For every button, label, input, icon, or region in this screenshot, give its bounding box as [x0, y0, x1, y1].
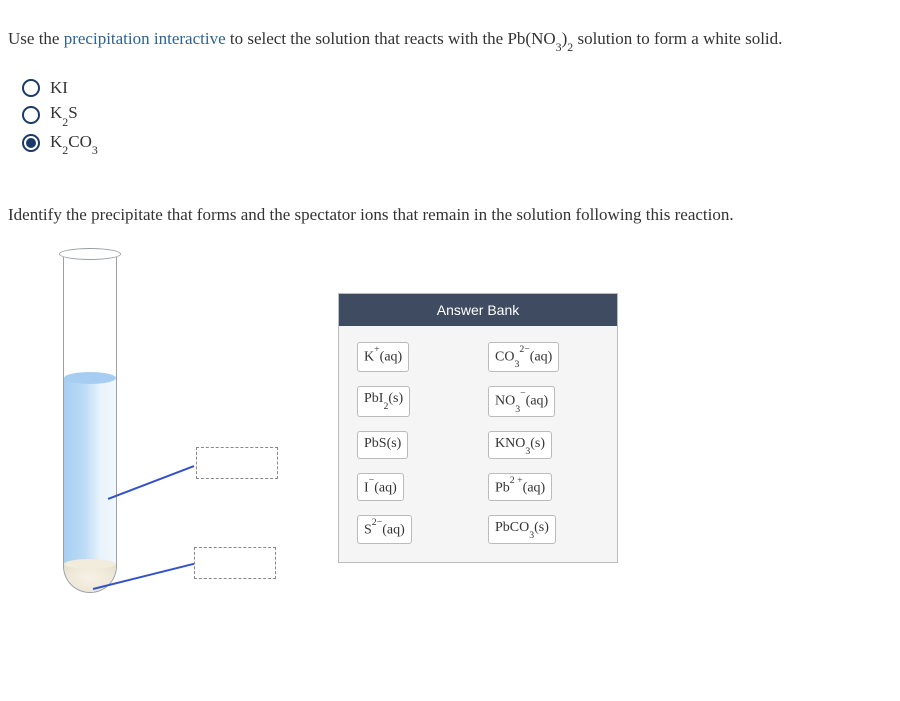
q1-sub2: 2	[567, 40, 573, 54]
c1c: 2−	[519, 344, 529, 355]
drop-target-solution[interactable]	[196, 447, 278, 479]
radio-label-k2co3: K2CO3	[50, 132, 98, 155]
opt-c-mid: CO	[68, 132, 92, 151]
opt-b-suf: S	[68, 103, 77, 122]
chip-pbi2[interactable]: PbI2(s)	[357, 386, 410, 416]
c9c: (s)	[534, 520, 549, 535]
c0b: +	[374, 344, 380, 355]
precipitate-solid	[64, 564, 116, 592]
c3c: −	[520, 388, 526, 399]
test-tube-diagram	[8, 253, 298, 633]
c9b: 3	[529, 530, 534, 541]
c5a: KNO	[495, 436, 525, 451]
c6b: −	[369, 475, 375, 486]
chip-no3-minus[interactable]: NO3−(aq)	[488, 386, 555, 416]
chip-k-plus[interactable]: K+(aq)	[357, 342, 409, 372]
c7a: Pb	[495, 480, 510, 495]
c5b: 3	[525, 446, 530, 457]
c3b: 3	[515, 404, 520, 415]
c2c: (s)	[388, 391, 403, 406]
c2a: PbI	[364, 391, 383, 406]
opt-c-sub1: 2	[62, 143, 68, 157]
stage: Answer Bank K+(aq) CO32−(aq) PbI2(s) NO3…	[8, 253, 892, 633]
c1a: CO	[495, 350, 514, 365]
drop-target-precipitate[interactable]	[194, 547, 276, 579]
chip-s2minus[interactable]: S2−(aq)	[357, 515, 412, 544]
tube-rim	[59, 248, 121, 260]
radio-label-k2s: K2S	[50, 103, 78, 126]
test-tube	[63, 253, 117, 593]
radio-group: KI K2S K2CO3	[22, 78, 892, 155]
chip-pb2plus[interactable]: Pb2 +(aq)	[488, 473, 552, 502]
question-2-text: Identify the precipitate that forms and …	[8, 205, 892, 225]
opt-b-pre: K	[50, 103, 62, 122]
q1-prefix: Use the	[8, 29, 64, 48]
c9a: PbCO	[495, 520, 529, 535]
radio-option-ki[interactable]: KI	[22, 78, 892, 98]
opt-c-sub2: 3	[92, 143, 98, 157]
radio-option-k2co3[interactable]: K2CO3	[22, 132, 892, 155]
c0a: K	[364, 350, 374, 365]
q1-mid: to select the solution that reacts with …	[226, 29, 556, 48]
c4a: PbS(s)	[364, 436, 401, 451]
radio-circle-k2s[interactable]	[22, 106, 40, 124]
q1-tail: solution to form a white solid.	[573, 29, 782, 48]
lead-line-solution	[108, 465, 194, 499]
chip-co3-2minus[interactable]: CO32−(aq)	[488, 342, 559, 372]
c5c: (s)	[530, 436, 545, 451]
c8a: S	[364, 523, 372, 538]
radio-label-ki: KI	[50, 78, 68, 98]
radio-circle-k2co3[interactable]	[22, 134, 40, 152]
c3a: NO	[495, 394, 515, 409]
c2b: 2	[383, 401, 388, 412]
chip-pbco3[interactable]: PbCO3(s)	[488, 515, 556, 544]
c8b: 2−	[372, 517, 382, 528]
answer-bank: Answer Bank K+(aq) CO32−(aq) PbI2(s) NO3…	[338, 293, 618, 563]
c1b: 3	[514, 359, 519, 370]
radio-option-k2s[interactable]: K2S	[22, 103, 892, 126]
c3d: (aq)	[526, 394, 549, 409]
question-1-text: Use the precipitation interactive to sel…	[8, 26, 892, 54]
precipitation-interactive-link[interactable]: precipitation interactive	[64, 29, 226, 48]
c0c: (aq)	[380, 350, 403, 365]
opt-b-sub: 2	[62, 115, 68, 129]
opt-c-pre: K	[50, 132, 62, 151]
c6a: I	[364, 480, 369, 495]
chip-pbs[interactable]: PbS(s)	[357, 431, 408, 459]
chip-kno3[interactable]: KNO3(s)	[488, 431, 552, 459]
c8c: (aq)	[382, 523, 405, 538]
q1-sub1: 3	[556, 40, 562, 54]
chip-i-minus[interactable]: I−(aq)	[357, 473, 404, 502]
answer-bank-header: Answer Bank	[339, 294, 617, 326]
radio-circle-ki[interactable]	[22, 79, 40, 97]
c7b: 2 +	[510, 475, 523, 486]
answer-bank-body: K+(aq) CO32−(aq) PbI2(s) NO3−(aq) PbS(s)…	[339, 326, 617, 562]
c7c: (aq)	[523, 480, 546, 495]
c1d: (aq)	[530, 350, 553, 365]
c6c: (aq)	[374, 480, 397, 495]
